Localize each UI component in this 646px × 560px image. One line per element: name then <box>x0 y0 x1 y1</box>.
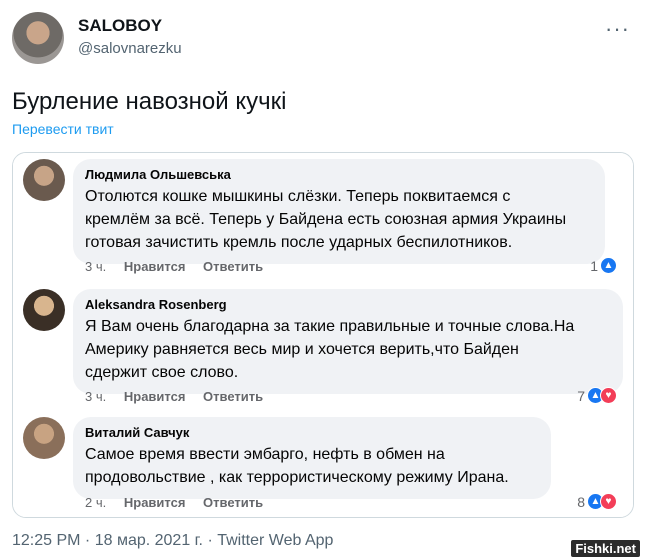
like-button[interactable]: Нравится <box>124 389 186 404</box>
commenter-avatar[interactable] <box>23 159 65 201</box>
tweet-text: Бурление навозной кучкі <box>12 88 287 115</box>
comment-actions: 2 ч. Нравится Ответить <box>85 495 277 510</box>
more-options-icon[interactable]: ··· <box>605 16 630 42</box>
commenter-avatar[interactable] <box>23 289 65 331</box>
reply-button[interactable]: Ответить <box>203 495 263 510</box>
reply-button[interactable]: Ответить <box>203 389 263 404</box>
love-reaction-icon: ♥ <box>600 387 617 404</box>
translate-tweet-link[interactable]: Перевести твит <box>12 121 114 137</box>
like-reaction-icon: ▲ <box>600 257 617 274</box>
tweet-timestamp[interactable]: 12:25 PM · 18 мар. 2021 г. · Twitter Web… <box>12 532 333 550</box>
author-avatar[interactable] <box>12 12 64 64</box>
comment-actions: 3 ч. Нравится Ответить <box>85 389 277 404</box>
commenter-avatar[interactable] <box>23 417 65 459</box>
like-button[interactable]: Нравится <box>124 259 186 274</box>
comment-time[interactable]: 3 ч. <box>85 259 106 274</box>
author-handle[interactable]: @salovnarezku <box>78 40 182 57</box>
reply-button[interactable]: Ответить <box>203 259 263 274</box>
comment-text: Я Вам очень благодарна за такие правильн… <box>85 318 575 381</box>
reaction-summary[interactable]: 7 ▲ ♥ <box>577 387 617 404</box>
comment-text: Отолются кошке мышкины слёзки. Теперь по… <box>85 188 567 251</box>
comment-author[interactable]: Людмила Ольшевська <box>85 167 593 182</box>
reaction-count: 7 <box>577 387 585 404</box>
reaction-summary[interactable]: 8 ▲ ♥ <box>577 493 617 510</box>
comment-bubble: Людмила Ольшевська Отолются кошке мышкин… <box>73 159 605 264</box>
like-button[interactable]: Нравится <box>124 495 186 510</box>
comment-time[interactable]: 3 ч. <box>85 389 106 404</box>
comment-bubble: Виталий Савчук Самое время ввести эмбарг… <box>73 417 551 499</box>
comment-author[interactable]: Виталий Савчук <box>85 425 539 440</box>
comment-bubble: Aleksandra Rosenberg Я Вам очень благода… <box>73 289 623 394</box>
attached-image[interactable]: Людмила Ольшевська Отолются кошке мышкин… <box>12 152 634 518</box>
reaction-count: 8 <box>577 493 585 510</box>
watermark-logo: Fishki.net <box>571 540 640 557</box>
love-reaction-icon: ♥ <box>600 493 617 510</box>
reaction-summary[interactable]: 1 ▲ <box>590 257 617 274</box>
comment-actions: 3 ч. Нравится Ответить <box>85 259 277 274</box>
comment-text: Самое время ввести эмбарго, нефть в обме… <box>85 446 509 486</box>
comment-time[interactable]: 2 ч. <box>85 495 106 510</box>
comment-author[interactable]: Aleksandra Rosenberg <box>85 297 611 312</box>
tweet-header: SALOBOY @salovnarezku ··· <box>12 10 634 66</box>
author-name[interactable]: SALOBOY <box>78 16 162 36</box>
reaction-count: 1 <box>590 257 598 274</box>
